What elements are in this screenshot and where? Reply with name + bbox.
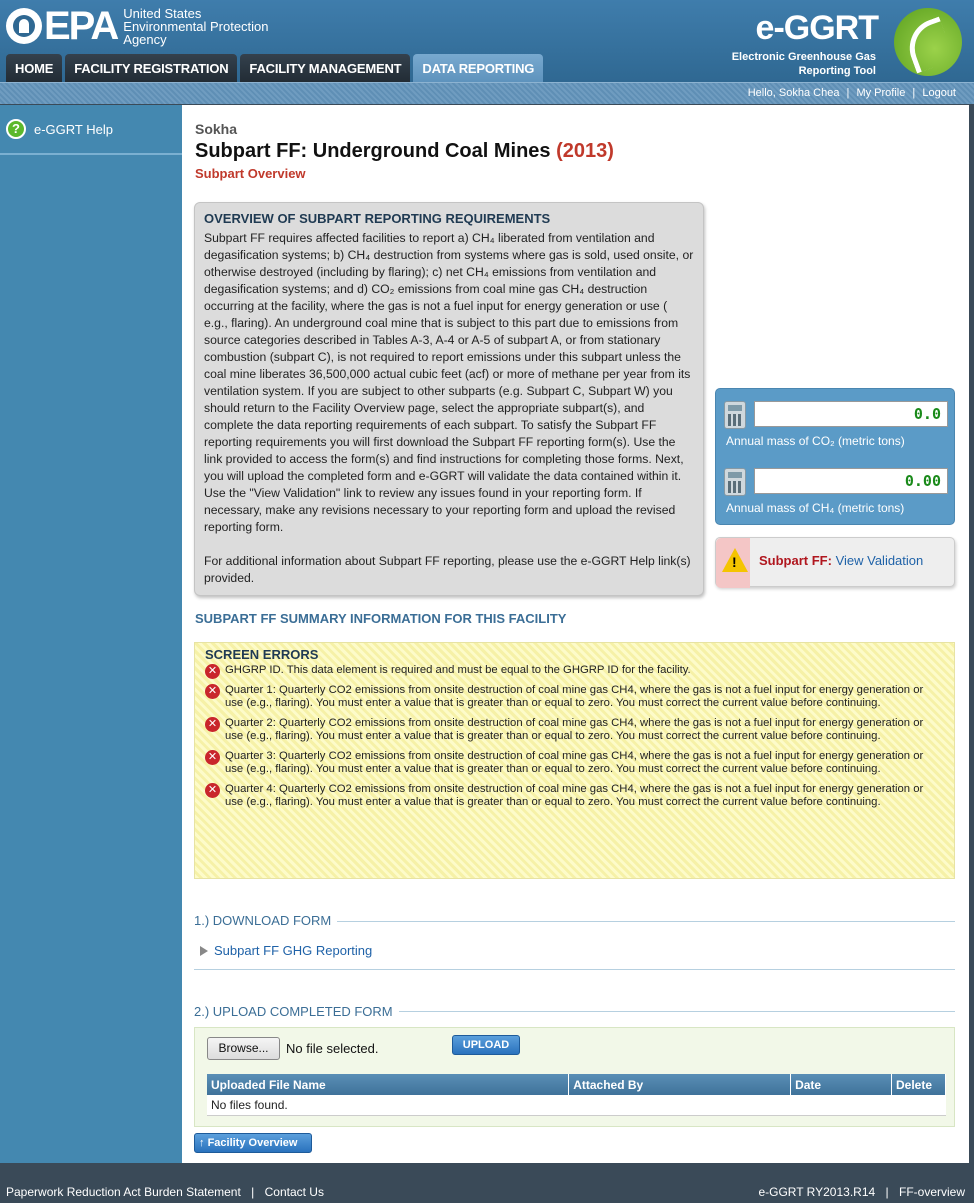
sidebar: ? e-GGRT Help [0,105,182,1163]
separator: | [912,87,916,99]
co2-label: Annual mass of CO₂ (metric tons) [726,434,905,448]
user-bar: Hello, Sokha Chea | My Profile | Logout [0,82,974,104]
footer: Paperwork Reduction Act Burden Statement… [0,1163,974,1203]
file-status: No file selected. [286,1041,379,1056]
epa-logo[interactable]: EPA United States Environmental Protecti… [6,6,269,46]
sidebar-item-label: e-GGRT Help [34,121,113,137]
col-file-name: Uploaded File Name [207,1074,570,1095]
separator: | [251,1185,255,1199]
separator: | [885,1185,889,1199]
validation-panel: ! Subpart FF: View Validation [715,537,955,588]
ch4-label: Annual mass of CH₄ (metric tons) [726,501,905,515]
tab-home[interactable]: HOME [6,54,63,82]
eggrt-bird-icon [894,8,962,76]
version-label: e-GGRT RY2013.R14 [758,1185,876,1199]
separator: | [846,87,850,99]
app-header: EPA United States Environmental Protecti… [0,0,974,82]
page-title: Subpart FF: Underground Coal Mines (2013… [195,140,614,162]
overview-panel: OVERVIEW OF SUBPART REPORTING REQUIREMEN… [194,202,704,596]
download-form-label: Subpart FF GHG Reporting [214,943,373,958]
upload-button[interactable]: UPLOAD [452,1035,520,1055]
logout-link[interactable]: Logout [922,87,956,99]
upload-panel: Browse... No file selected. UPLOAD Uploa… [194,1027,955,1127]
main-content: Sokha Subpart FF: Underground Coal Mines… [182,105,969,1163]
help-icon: ? [6,119,26,139]
calculator-icon [724,468,746,496]
up-arrow-icon: ↑ [199,1137,205,1149]
col-delete: Delete [891,1074,946,1095]
tab-facility-management[interactable]: FACILITY MANAGEMENT [240,54,411,82]
overview-text: Subpart FF requires affected facilities … [204,231,694,585]
error-icon: ✕ [205,782,220,798]
error-icon: ✕ [205,664,220,679]
emissions-totals-panel: 0.0 Annual mass of CO₂ (metric tons) 0.0… [715,388,955,525]
table-header-row: Uploaded File Name Attached By Date Dele… [207,1074,946,1095]
tab-facility-registration[interactable]: FACILITY REGISTRATION [65,54,238,82]
page-subtitle: Subpart Overview [195,166,306,181]
screen-errors-panel: SCREEN ERRORS ✕ GHGRP ID. This data eleme… [194,642,955,879]
col-attached-by: Attached By [568,1074,792,1095]
sidebar-item-help[interactable]: ? e-GGRT Help [6,119,182,139]
error-item: ✕ Quarter 1: Quarterly CO2 emissions from… [205,683,944,711]
error-item: ✕ GHGRP ID. This data element is required… [205,664,944,679]
table-row: No files found. [207,1095,946,1116]
uploaded-files-table: Uploaded File Name Attached By Date Dele… [207,1074,946,1116]
calculator-icon [724,401,746,429]
contact-link[interactable]: Contact Us [265,1185,324,1199]
overview-title: OVERVIEW OF SUBPART REPORTING REQUIREMEN… [204,211,551,226]
paperwork-link[interactable]: Paperwork Reduction Act Burden Statement [6,1185,241,1199]
epa-wordmark: EPA [44,4,119,48]
error-icon: ✕ [205,749,220,765]
expand-arrow-icon [200,945,208,956]
co2-value: 0.0 [754,401,948,427]
tab-data-reporting[interactable]: DATA REPORTING [413,54,544,82]
ch4-value: 0.00 [754,468,948,494]
user-greeting: Hello, Sokha Chea [747,87,840,99]
download-section-title: 1.) DOWNLOAD FORM [194,913,338,928]
eggrt-subtitle: Electronic Greenhouse Gas Reporting Tool [731,51,876,77]
error-item: ✕ Quarter 2: Quarterly CO2 emissions from… [205,716,944,744]
main-nav: HOME FACILITY REGISTRATION FACILITY MANA… [6,54,546,82]
summary-heading: SUBPART FF SUMMARY INFORMATION FOR THIS … [195,611,567,626]
download-form-link[interactable]: Subpart FF GHG Reporting [200,943,372,958]
empty-message: No files found. [207,1095,946,1116]
errors-title: SCREEN ERRORS [205,647,319,662]
epa-seal-icon [6,8,42,44]
facility-overview-button[interactable]: ↑ Facility Overview [194,1133,312,1153]
reporting-year: (2013) [556,140,614,162]
divider [0,153,182,155]
browse-button[interactable]: Browse... [207,1037,280,1060]
validation-label: Subpart FF: [759,553,832,568]
my-profile-link[interactable]: My Profile [856,87,905,99]
error-item: ✕ Quarter 3: Quarterly CO2 emissions from… [205,749,944,777]
eggrt-logo: e-GGRT Electronic Greenhouse Gas Reporti… [724,6,964,78]
error-icon: ✕ [205,716,220,732]
agency-name: United States Environmental Protection A… [123,5,269,47]
facility-name: Sokha [195,121,238,137]
error-icon: ✕ [205,683,220,699]
page-id-label: FF-overview [898,1185,965,1199]
view-validation-link[interactable]: View Validation [836,553,924,568]
error-item: ✕ Quarter 4: Quarterly CO2 emissions from… [205,782,944,810]
col-date: Date [790,1074,892,1095]
eggrt-title: e-GGRT [755,9,879,47]
divider [194,969,955,970]
upload-section-title: 2.) UPLOAD COMPLETED FORM [194,1004,399,1019]
